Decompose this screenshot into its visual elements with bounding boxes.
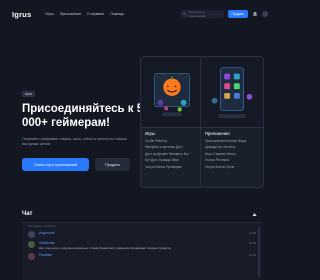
nav-games[interactable]: Игры bbox=[45, 12, 53, 16]
main-nav: Игры Приложения О сервисе Помощь bbox=[45, 12, 124, 16]
card-games-title: Игры bbox=[141, 127, 203, 138]
nav-help[interactable]: Помощь bbox=[110, 12, 124, 16]
apps-artwork bbox=[201, 57, 263, 127]
message-time: 14:56 bbox=[249, 253, 256, 257]
chat-panel: Последние сообщения Angemont 14:55 Sofis… bbox=[22, 222, 262, 280]
user-avatar[interactable] bbox=[262, 11, 268, 17]
message-time: 14:55 bbox=[249, 241, 256, 245]
chat-scrollbar[interactable] bbox=[258, 227, 260, 277]
card-games[interactable]: Игры Снэйк Рейнбоу Фанфаты и артемии Дуо… bbox=[140, 56, 204, 188]
chevron-up-icon[interactable] bbox=[251, 211, 258, 218]
chat-message: Sofisticate 14:55 Как у вас дела у подру… bbox=[22, 238, 262, 250]
tag[interactable]: Услуги Ключи Прем bbox=[205, 164, 259, 170]
search-placeholder: Поиск игр и приложений bbox=[188, 10, 206, 18]
games-artwork bbox=[141, 57, 203, 127]
sell-hero-button[interactable]: Продать bbox=[95, 158, 130, 171]
tag[interactable]: Услуги Ключи Премиумы bbox=[145, 164, 199, 170]
message-user[interactable]: Pastuser bbox=[39, 253, 52, 257]
message-text: Как у вас дела у подружек нормально с та… bbox=[39, 246, 171, 250]
message-time: 14:55 bbox=[249, 231, 256, 235]
chat-header: Чат bbox=[0, 208, 280, 220]
card-games-tags: Снэйк Рейнбоу Фанфаты и артемии Дуот Дуо… bbox=[141, 138, 203, 170]
card-apps-tags: Приложения Кеаннае Фарм Армада Бут Монот… bbox=[201, 138, 263, 170]
chat-title: Чат bbox=[22, 211, 33, 217]
avatar[interactable] bbox=[28, 253, 35, 260]
chat-message: Angemont 14:55 bbox=[22, 228, 262, 238]
avatar[interactable] bbox=[28, 231, 35, 238]
nav-apps[interactable]: Приложения bbox=[60, 12, 81, 16]
search-games-button[interactable]: Поиск игр и приложений bbox=[22, 158, 90, 171]
chat-section: Чат Последние сообщения Angemont 14:55 S… bbox=[0, 208, 280, 280]
hero-title: Присоединяйтесь к 500 000+ геймерам! bbox=[22, 103, 156, 129]
card-apps-title: Приложения bbox=[201, 127, 263, 138]
notification-icon[interactable] bbox=[252, 11, 258, 17]
message-user[interactable]: Angemont bbox=[39, 231, 54, 235]
search-input[interactable]: Поиск игр и приложений bbox=[179, 10, 224, 18]
chat-message: Pastuser 14:56 bbox=[22, 250, 262, 260]
logo[interactable]: Igrus bbox=[12, 10, 31, 19]
sell-button[interactable]: Продать bbox=[227, 10, 248, 18]
header: Igrus Игры Приложения О сервисе Помощь П… bbox=[0, 0, 280, 28]
card-apps[interactable]: Приложения Приложения Кеаннае Фарм Армад… bbox=[200, 56, 264, 188]
nav-about[interactable]: О сервисе bbox=[87, 12, 104, 16]
search-icon bbox=[182, 12, 187, 16]
header-actions: Поиск игр и приложений Продать bbox=[179, 10, 268, 18]
avatar[interactable] bbox=[28, 241, 35, 248]
hero-badge: NEW bbox=[22, 91, 35, 97]
hero-subtitle: Покупайте цифровые товары, игры, ключи и… bbox=[22, 137, 127, 146]
message-user[interactable]: Sofisticate bbox=[39, 241, 55, 245]
